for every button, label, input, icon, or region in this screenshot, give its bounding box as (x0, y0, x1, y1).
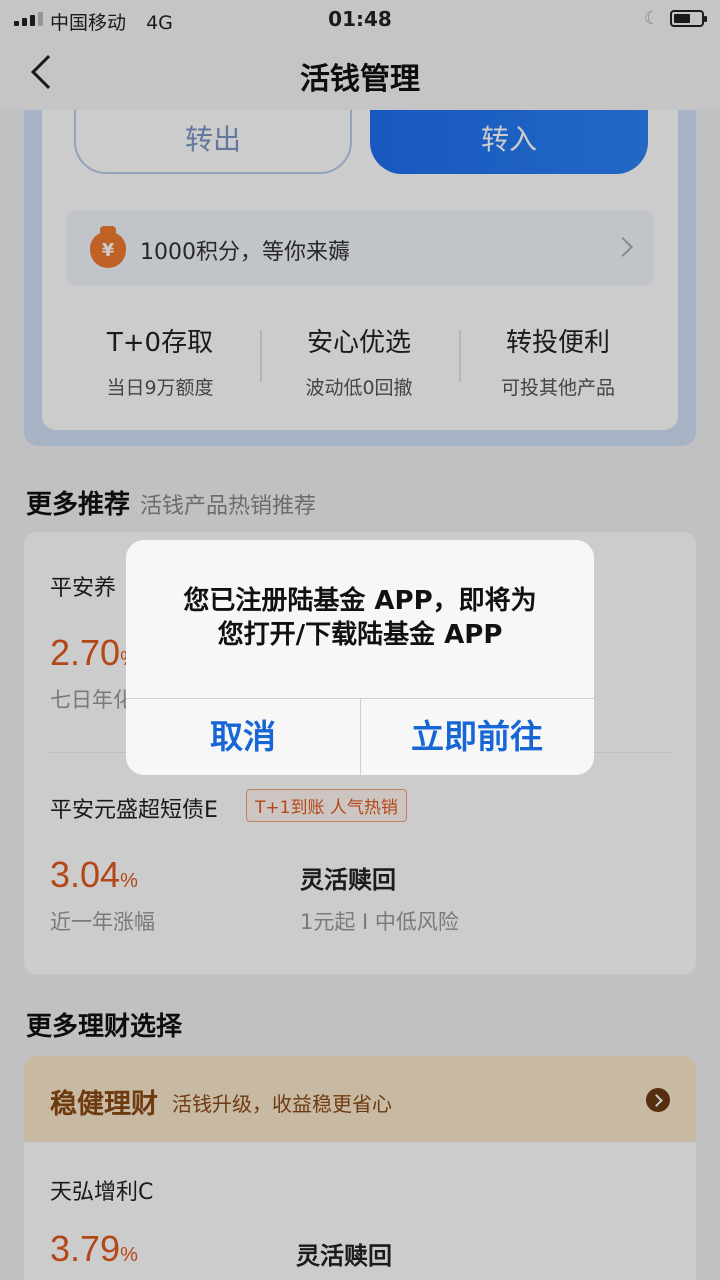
go-now-button[interactable]: 立即前往 (360, 698, 594, 775)
open-app-dialog: 您已注册陆基金 APP，即将为 您打开/下载陆基金 APP 取消 立即前往 (126, 540, 594, 775)
dialog-message-line: 您已注册陆基金 APP，即将为 (183, 586, 537, 616)
dialog-message-line: 您打开/下载陆基金 APP (217, 620, 503, 650)
dialog-message: 您已注册陆基金 APP，即将为 您打开/下载陆基金 APP (150, 584, 570, 652)
cancel-button[interactable]: 取消 (126, 698, 360, 775)
